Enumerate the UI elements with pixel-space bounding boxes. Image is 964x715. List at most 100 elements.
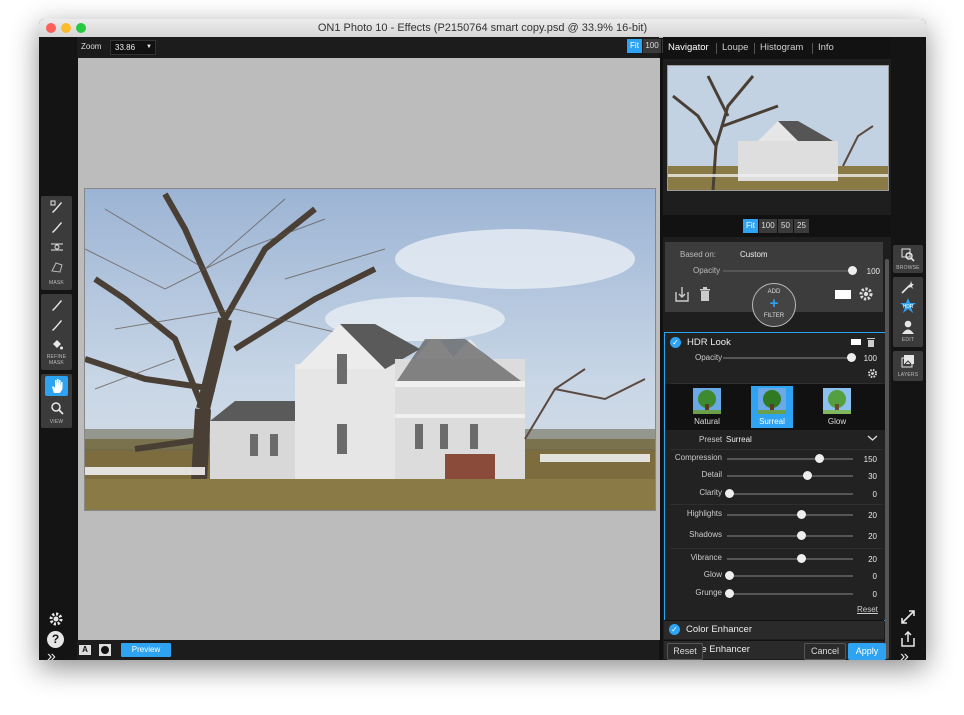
slider-knob[interactable]	[725, 571, 734, 580]
slider-knob[interactable]	[725, 589, 734, 598]
tab-loupe[interactable]: Loupe	[722, 42, 748, 53]
apply-button[interactable]: Apply	[848, 643, 886, 660]
filter-color-enhancer[interactable]: ✓ Color Enhancer	[664, 620, 884, 639]
layer-opacity-label: Opacity	[693, 266, 721, 275]
slider-track[interactable]	[727, 458, 853, 460]
export-icon[interactable]	[900, 630, 916, 649]
nav-zoom-100-button[interactable]: 100	[759, 219, 777, 233]
brush-icon[interactable]	[45, 296, 68, 314]
preset-thumbnail	[758, 388, 786, 414]
slider-knob[interactable]	[796, 554, 806, 563]
left-toolbar: MASK REFINE MASK VIEW ? »	[39, 37, 77, 660]
slider-knob[interactable]	[725, 489, 734, 498]
hand-icon[interactable]	[45, 376, 68, 396]
layer-opacity-knob[interactable]	[848, 266, 857, 275]
hdr-title[interactable]: HDR Look	[687, 337, 731, 348]
image-canvas[interactable]	[78, 58, 660, 640]
slider-knob[interactable]	[796, 531, 806, 540]
navigator-tabs: Navigator Loupe Histogram Info	[663, 37, 891, 59]
slider-value: 0	[872, 590, 877, 599]
minimize-window-button[interactable]	[61, 23, 71, 33]
svg-text:HDR: HDR	[903, 304, 914, 310]
gear-icon[interactable]	[47, 610, 65, 628]
tab-histogram[interactable]: Histogram	[760, 42, 803, 53]
slider-track[interactable]	[727, 514, 853, 516]
reset-button[interactable]: Reset	[667, 643, 703, 660]
preset-thumbnail	[693, 388, 721, 414]
based-on-label: Based on:	[680, 250, 717, 259]
polygon-icon[interactable]	[45, 258, 68, 276]
plus-icon: +	[769, 295, 779, 312]
gear-icon[interactable]	[858, 286, 874, 302]
gear-icon[interactable]	[867, 368, 878, 379]
browse-icon	[901, 248, 915, 264]
slider-track[interactable]	[727, 593, 853, 595]
mask-swatch[interactable]	[835, 290, 851, 299]
slider-track[interactable]	[727, 475, 853, 477]
expand-icon[interactable]: »	[47, 649, 56, 661]
brush-icon[interactable]	[45, 316, 68, 334]
photo-preview	[84, 188, 656, 511]
zoom-select[interactable]: 33.86 ▼	[110, 40, 156, 55]
zoom-fit-button[interactable]: Fit	[627, 39, 642, 53]
help-icon[interactable]: ?	[47, 631, 64, 648]
tab-info[interactable]: Info	[818, 42, 834, 53]
preset-glow[interactable]: Glow	[817, 386, 857, 428]
nav-zoom-25-button[interactable]: 25	[794, 219, 809, 233]
before-after-button[interactable]: A	[79, 645, 91, 655]
slider-track[interactable]	[727, 575, 853, 577]
panel-scrollbar[interactable]	[885, 259, 889, 659]
nav-zoom-50-button[interactable]: 50	[778, 219, 793, 233]
slider-track[interactable]	[727, 535, 853, 537]
navigator-thumbnail[interactable]	[667, 65, 889, 191]
slider-label: Glow	[703, 570, 722, 579]
layer-opacity-track[interactable]	[723, 270, 853, 272]
cancel-button[interactable]: Cancel	[804, 643, 846, 660]
color-enhancer-check[interactable]: ✓	[669, 624, 680, 635]
filter-label: FILTER	[763, 313, 785, 319]
hdr-opacity-label: Opacity	[695, 353, 723, 362]
close-window-button[interactable]	[46, 23, 56, 33]
slider-knob[interactable]	[796, 510, 806, 519]
zoom-window-button[interactable]	[76, 23, 86, 33]
preset-surreal[interactable]: Surreal	[751, 386, 793, 428]
mask-view-icon[interactable]	[99, 644, 111, 656]
hdr-mask-swatch[interactable]	[851, 339, 861, 345]
trash-icon[interactable]	[867, 337, 875, 347]
tab-navigator[interactable]: Navigator	[668, 42, 709, 53]
edit-button[interactable]: HDR EDIT	[893, 277, 923, 347]
zoom-100-button[interactable]: 100	[643, 39, 661, 53]
hdr-look-panel: ✓ HDR Look Opacity 100 Natural Surreal G…	[664, 332, 886, 621]
slider-track[interactable]	[727, 493, 853, 495]
brush-icon[interactable]	[45, 198, 68, 216]
nav-zoom-fit-button[interactable]: Fit	[743, 219, 758, 233]
based-on-value[interactable]: Custom	[740, 250, 768, 259]
hdr-reset-link[interactable]: Reset	[857, 605, 878, 614]
tab-separator	[812, 43, 813, 54]
gradient-icon[interactable]	[45, 238, 68, 256]
brush-icon[interactable]	[45, 218, 68, 236]
slider-knob[interactable]	[802, 471, 812, 480]
layer-controls: Based on: Custom Opacity 100 ADD + FILTE…	[665, 242, 883, 327]
preset-dropdown[interactable]: Preset Surreal	[665, 432, 885, 448]
slider-knob[interactable]	[814, 454, 824, 463]
edit-label: EDIT	[901, 337, 915, 343]
preset-label: Glow	[827, 417, 847, 426]
browse-button[interactable]: BROWSE	[893, 245, 923, 273]
preset-natural[interactable]: Natural	[687, 386, 727, 428]
hdr-enabled-check[interactable]: ✓	[670, 337, 681, 348]
hdr-opacity-track[interactable]	[723, 357, 851, 359]
expand-icon[interactable]: »	[900, 649, 909, 661]
add-filter-button[interactable]: ADD + FILTER	[752, 283, 796, 327]
trash-icon[interactable]	[699, 287, 711, 301]
slider-value: 0	[872, 490, 877, 499]
layers-button[interactable]: LAYERS	[893, 351, 923, 381]
slider-track[interactable]	[727, 558, 853, 560]
filter-title: Color Enhancer	[686, 624, 753, 635]
preview-button[interactable]: Preview	[121, 643, 171, 657]
right-panel: Navigator Loupe Histogram Info Fit 100 5…	[663, 37, 891, 660]
import-icon[interactable]	[675, 286, 689, 302]
paint-bucket-icon[interactable]	[45, 336, 68, 354]
resize-icon[interactable]	[900, 609, 916, 627]
zoom-icon[interactable]	[45, 399, 68, 417]
